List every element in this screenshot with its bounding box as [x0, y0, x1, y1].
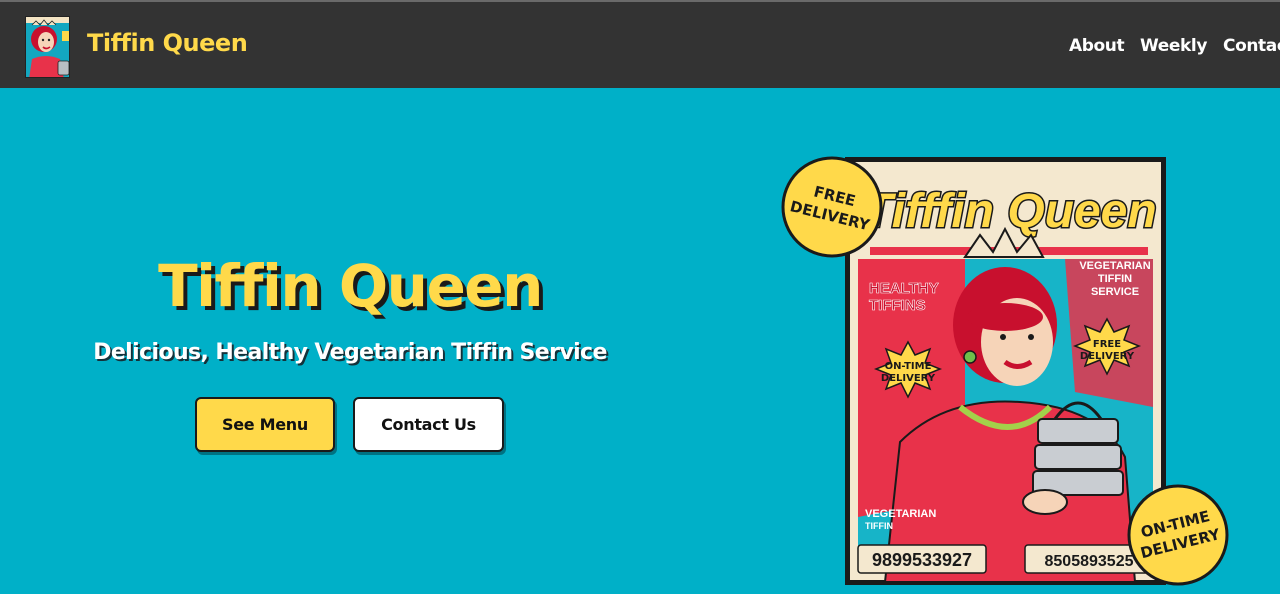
poster-image: Tifffin Queen HEALTHY TIFFINS VEGETARIAN…	[845, 157, 1166, 585]
poster-left-headline-2: TIFFINS	[869, 297, 926, 314]
poster-right-headline-3: SERVICE	[1091, 286, 1139, 298]
poster-left-headline-1: HEALTHY	[869, 280, 939, 297]
poster-right-headline-1: VEGETARIAN	[1079, 260, 1150, 272]
poster-burst-right-2: DELIVERY	[1080, 351, 1135, 362]
see-menu-button[interactable]: See Menu	[195, 397, 335, 452]
nav-link-about[interactable]: About	[1069, 36, 1125, 56]
poster-burst-right-1: FREE	[1093, 339, 1121, 350]
poster-phone-2: 8505893525	[1045, 553, 1134, 570]
brand-name[interactable]: Tiffin Queen	[87, 29, 248, 57]
poster-title: Tifffin Queen	[863, 185, 1156, 238]
logo-image[interactable]	[25, 16, 70, 78]
site-header: Tiffin Queen About Weekly Contac	[0, 0, 1280, 88]
nav-link-weekly[interactable]: Weekly	[1140, 36, 1207, 56]
free-delivery-badge: FREE DELIVERY	[781, 156, 883, 258]
poster-bottom-left-1: VEGETARIAN	[865, 508, 936, 520]
poster-burst-left-1: ON-TIME	[885, 361, 932, 372]
poster-phone-1: 9899533927	[872, 550, 972, 570]
contact-us-button[interactable]: Contact Us	[353, 397, 504, 452]
hero-subtitle: Delicious, Healthy Vegetarian Tiffin Ser…	[93, 340, 607, 365]
nav-link-contact[interactable]: Contac	[1223, 36, 1280, 56]
poster-right-headline-2: TIFFIN	[1098, 273, 1132, 285]
poster-burst-left-2: DELIVERY	[881, 373, 936, 384]
poster-bottom-left-2: TIFFIN	[865, 521, 893, 531]
on-time-delivery-badge: ON-TIME DELIVERY	[1127, 484, 1229, 586]
logo-queen-illustration	[26, 17, 69, 77]
hero-title: Tiffin Queen	[158, 252, 543, 320]
